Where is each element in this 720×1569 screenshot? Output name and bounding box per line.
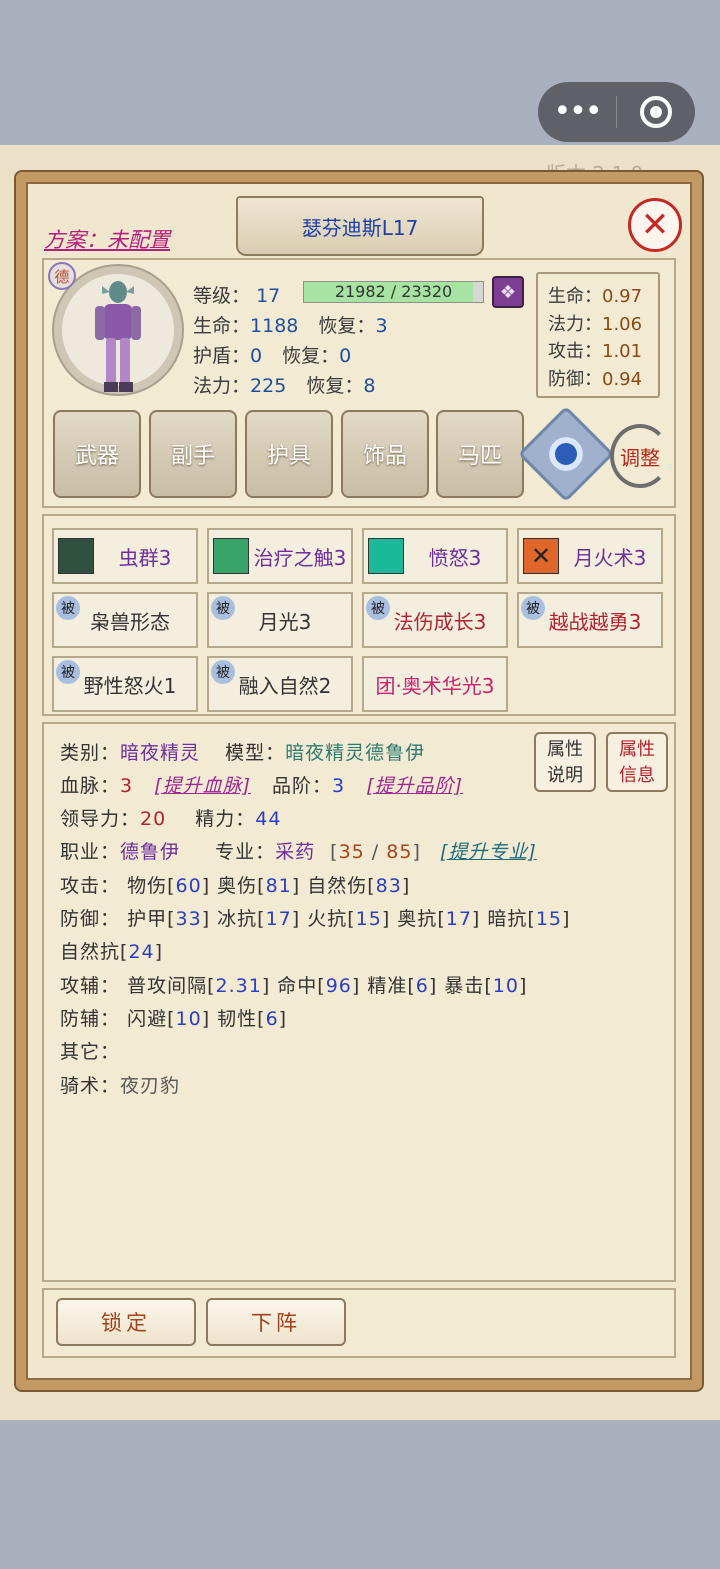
passive-skill-slot[interactable]: 被 月光3 [207,592,353,648]
more-menu-icon[interactable]: ••• [538,82,616,142]
shield-label: 护盾： [193,345,251,367]
attr-explain-button[interactable]: 属性 说明 [534,732,596,792]
passive-skill-slot[interactable]: 被 越战越勇3 [517,592,663,648]
mana-label: 法力： [193,375,251,397]
spec-value: 采药 [275,841,316,863]
miniprogram-capsule: ••• [538,82,695,142]
gift-icon[interactable]: ❖ [492,276,524,308]
job-value: 德鲁伊 [120,841,181,863]
hero-title-plate: 瑟芬迪斯L17 [236,196,484,256]
xp-bar: 21982 / 23320 [303,281,484,303]
job-line: 职业：德鲁伊 专业：采药 [35 / 85] [提升专业] [60,841,537,863]
spec-max: 85 [386,841,413,863]
ratio-row: 防御：0.94 [548,368,643,390]
team-skill-slot[interactable]: 团·奥术华光3 [362,656,508,712]
attack-line: 攻击： 物伤[60] 奥伤[81] 自然伤[83] [60,875,411,897]
hero-name: 瑟芬迪斯L17 [301,215,419,240]
ratio-row: 攻击：1.01 [548,341,643,362]
passive-skill-slot[interactable]: 被 融入自然2 [207,656,353,712]
mana-regen-value: 8 [363,375,376,397]
passive-skill-slot[interactable]: 被 野性怒火1 [52,656,198,712]
passive-tag: 被 [211,596,235,620]
shield-regen-label: 恢复： [282,345,340,367]
energy-value: 44 [255,808,282,830]
xp-text: 21982 / 23320 [334,282,453,301]
riding-value: 夜刃豹 [120,1075,181,1097]
wrath-icon [368,538,404,574]
leadership-line: 领导力：20 精力：44 [60,808,282,830]
equip-slot-weapon[interactable]: 武器 [53,410,141,498]
leadership-value: 20 [140,808,167,830]
passive-skill-slot[interactable]: 被 法伤成长3 [362,592,508,648]
mana-regen-label: 恢复： [306,375,364,397]
level-value: 17 [256,285,281,307]
close-button[interactable]: ✕ [628,198,682,252]
skill-label: 愤怒3 [428,545,482,570]
passive-tag: 被 [521,596,545,620]
model-value: 暗夜精灵德鲁伊 [285,742,426,764]
upgrade-grade-link[interactable]: [提升品阶] [366,775,463,797]
hp-row: 生命：1188 恢复：3 [193,311,388,338]
bloodline-line: 血脉：3 [提升血脉] 品阶：3 [提升品阶] [60,775,464,797]
shield-value: 0 [250,345,263,367]
equip-slot-offhand[interactable]: 副手 [149,410,237,498]
bloodline-value: 3 [120,775,134,797]
passive-skill-slot[interactable]: 被 枭兽形态 [52,592,198,648]
skill-label: 虫群3 [118,545,172,570]
plan-link[interactable]: 方案：未配置 [44,224,170,254]
adjust-button[interactable]: 调整 [610,424,670,488]
skill-label: 月火术3 [573,545,647,570]
level-row: 等级： 17 [193,281,280,308]
passive-tag: 被 [56,596,80,620]
ratio-row: 生命：0.97 [548,286,643,307]
exit-miniprogram-icon[interactable] [617,96,695,128]
healing-leaf-icon [213,538,249,574]
skill-slot[interactable]: 愤怒3 [362,528,508,584]
skill-label: 治疗之触3 [253,545,347,570]
spec-current: 35 [338,841,365,863]
class-badge: 德 [48,262,76,290]
attack-aux-line: 攻辅： 普攻间隔[2.31] 命中[96] 精准[6] 暴击[10] [60,975,528,997]
mana-value: 225 [250,375,287,397]
attr-info-button[interactable]: 属性 信息 [606,732,668,792]
hp-regen-value: 3 [375,315,388,337]
category-value: 暗夜精灵 [120,742,201,764]
passive-tag: 被 [211,660,235,684]
skill-slot[interactable]: ✕ 月火术3 [517,528,663,584]
grade-value: 3 [332,775,346,797]
category-line: 类别：暗夜精灵 模型：暗夜精灵德鲁伊 [60,742,426,764]
close-icon: ✕ [640,205,670,245]
equip-slot-armor[interactable]: 护具 [245,410,333,498]
hp-regen-label: 恢复： [318,315,376,337]
ratio-row: 法力：1.06 [548,313,643,335]
shield-regen-value: 0 [339,345,352,367]
upgrade-spec-link[interactable]: [提升专业] [440,841,537,863]
adjust-label: 调整 [620,445,660,470]
shield-row: 护盾：0 恢复：0 [193,341,351,368]
defense-line: 防御： 护甲[33] 冰抗[17] 火抗[15] 奥抗[17] 暗抗[15] [60,908,571,930]
mana-row: 法力：225 恢复：8 [193,371,375,398]
moonfire-icon: ✕ [523,538,559,574]
swarm-icon [58,538,94,574]
lock-button[interactable]: 锁定 [56,1298,196,1346]
passive-tag: 被 [366,596,390,620]
other-line: 其它： [60,1041,121,1063]
level-label: 等级： [193,285,251,307]
skill-slot[interactable]: 治疗之触3 [207,528,353,584]
hero-avatar [95,281,141,392]
passive-tag: 被 [56,660,80,684]
defense-aux-line: 防辅： 闪避[10] 韧性[6] [60,1008,288,1030]
upgrade-bloodline-link[interactable]: [提升血脉] [154,775,251,797]
hp-label: 生命： [193,315,251,337]
equip-slot-accessory[interactable]: 饰品 [341,410,429,498]
skill-slot[interactable]: 虫群3 [52,528,198,584]
team-skill-label: 团·奥术华光3 [375,673,495,698]
equip-slot-mount[interactable]: 马匹 [436,410,524,498]
defense-line-cont: 自然抗[24] [60,941,164,963]
riding-line: 骑术：夜刃豹 [60,1075,181,1097]
hp-value: 1188 [250,315,299,337]
growth-ratio-box: 生命：0.97 法力：1.06 攻击：1.01 防御：0.94 [536,272,660,398]
unstage-button[interactable]: 下阵 [206,1298,346,1346]
